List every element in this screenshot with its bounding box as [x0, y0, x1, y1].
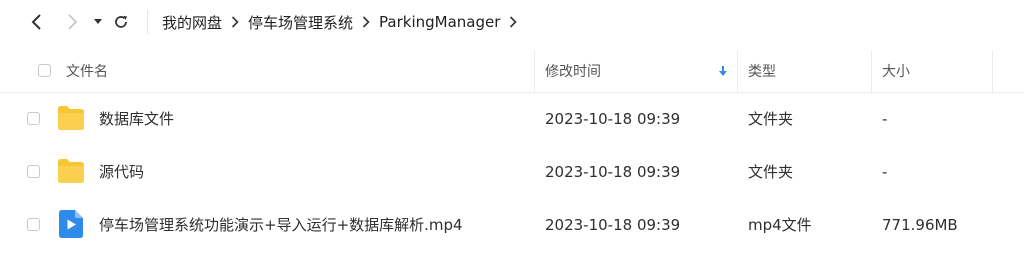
file-type: mp4文件: [748, 216, 812, 234]
refresh-button[interactable]: [109, 8, 133, 36]
column-header-type[interactable]: 类型: [748, 50, 776, 92]
breadcrumb-item-root[interactable]: 我的网盘: [162, 12, 222, 33]
file-modified: 2023-10-18 09:39: [545, 162, 681, 181]
select-all-checkbox[interactable]: [38, 64, 51, 77]
file-name: 数据库文件: [99, 110, 175, 128]
video-file-icon: [59, 210, 83, 238]
column-header-modified[interactable]: 修改时间: [545, 50, 601, 92]
column-divider: [737, 50, 738, 92]
forward-button[interactable]: [61, 8, 85, 36]
chevron-right-icon: [353, 16, 379, 28]
file-type: 文件夹: [748, 163, 794, 181]
file-size: -: [882, 109, 888, 128]
folder-icon: [58, 106, 84, 130]
breadcrumb-item-project[interactable]: 停车场管理系统: [248, 12, 353, 33]
column-divider: [534, 50, 535, 92]
breadcrumb-item-current[interactable]: ParkingManager: [379, 13, 500, 31]
column-header-size[interactable]: 大小: [882, 50, 910, 92]
toolbar-divider: [147, 10, 148, 34]
refresh-icon: [115, 15, 128, 28]
chevron-right-icon: [68, 14, 78, 30]
file-size: 771.96MB: [882, 215, 958, 234]
history-dropdown-button[interactable]: [91, 8, 105, 36]
file-modified: 2023-10-18 09:39: [545, 215, 681, 234]
breadcrumb-expand-button[interactable]: [500, 16, 526, 28]
row-checkbox[interactable]: [27, 218, 40, 231]
file-list-header: 文件名 修改时间 类型 大小: [0, 50, 1024, 93]
file-name: 停车场管理系统功能演示+导入运行+数据库解析.mp4: [99, 216, 463, 234]
column-divider: [871, 50, 872, 92]
column-header-name[interactable]: 文件名: [66, 50, 108, 92]
file-modified: 2023-10-18 09:39: [545, 109, 681, 128]
chevron-right-icon: [222, 16, 248, 28]
file-row[interactable]: 停车场管理系统功能演示+导入运行+数据库解析.mp4 2023-10-18 09…: [0, 198, 1024, 251]
row-checkbox[interactable]: [27, 112, 40, 125]
caret-down-icon: [94, 19, 102, 24]
file-row[interactable]: 源代码 2023-10-18 09:39 文件夹 -: [0, 145, 1024, 198]
sort-descending-icon: [718, 50, 728, 92]
chevron-right-icon: [510, 16, 518, 28]
chevron-left-icon: [31, 14, 41, 30]
column-divider: [992, 50, 993, 92]
file-size: -: [882, 162, 888, 181]
file-row[interactable]: 数据库文件 2023-10-18 09:39 文件夹 -: [0, 92, 1024, 145]
folder-icon: [58, 159, 84, 183]
back-button[interactable]: [24, 8, 48, 36]
row-checkbox[interactable]: [27, 165, 40, 178]
file-type: 文件夹: [748, 110, 794, 128]
file-name: 源代码: [99, 163, 145, 181]
navigation-toolbar: 我的网盘 停车场管理系统 ParkingManager: [0, 0, 1024, 44]
